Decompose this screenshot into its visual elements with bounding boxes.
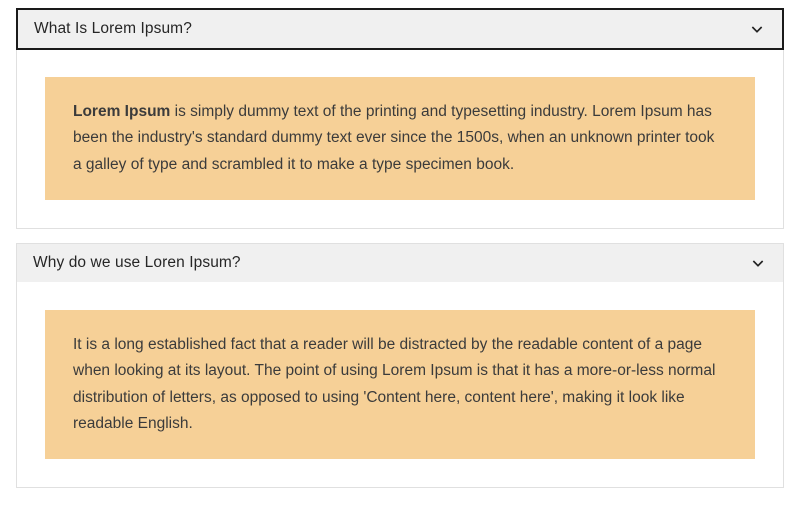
body-rest: is simply dummy text of the printing and… bbox=[73, 103, 714, 173]
accordion-title: What Is Lorem Ipsum? bbox=[34, 20, 192, 38]
accordion-title: Why do we use Loren Ipsum? bbox=[33, 254, 241, 272]
accordion-body-text: Lorem Ipsum is simply dummy text of the … bbox=[73, 99, 727, 178]
accordion-body-wrap: Lorem Ipsum is simply dummy text of the … bbox=[17, 49, 783, 228]
chevron-down-icon bbox=[748, 20, 766, 38]
accordion-body: It is a long established fact that a rea… bbox=[45, 310, 755, 459]
body-rest: It is a long established fact that a rea… bbox=[73, 336, 715, 432]
accordion-item: What Is Lorem Ipsum? Lorem Ipsum is simp… bbox=[16, 8, 784, 229]
accordion-header[interactable]: What Is Lorem Ipsum? bbox=[16, 8, 784, 50]
accordion-body-wrap: It is a long established fact that a rea… bbox=[17, 282, 783, 487]
accordion-item: Why do we use Loren Ipsum? It is a long … bbox=[16, 243, 784, 488]
accordion-body-text: It is a long established fact that a rea… bbox=[73, 332, 727, 437]
accordion-body: Lorem Ipsum is simply dummy text of the … bbox=[45, 77, 755, 200]
accordion-container: What Is Lorem Ipsum? Lorem Ipsum is simp… bbox=[0, 0, 800, 526]
lead-bold: Lorem Ipsum bbox=[73, 103, 170, 120]
accordion-header[interactable]: Why do we use Loren Ipsum? bbox=[17, 244, 783, 282]
chevron-down-icon bbox=[749, 254, 767, 272]
